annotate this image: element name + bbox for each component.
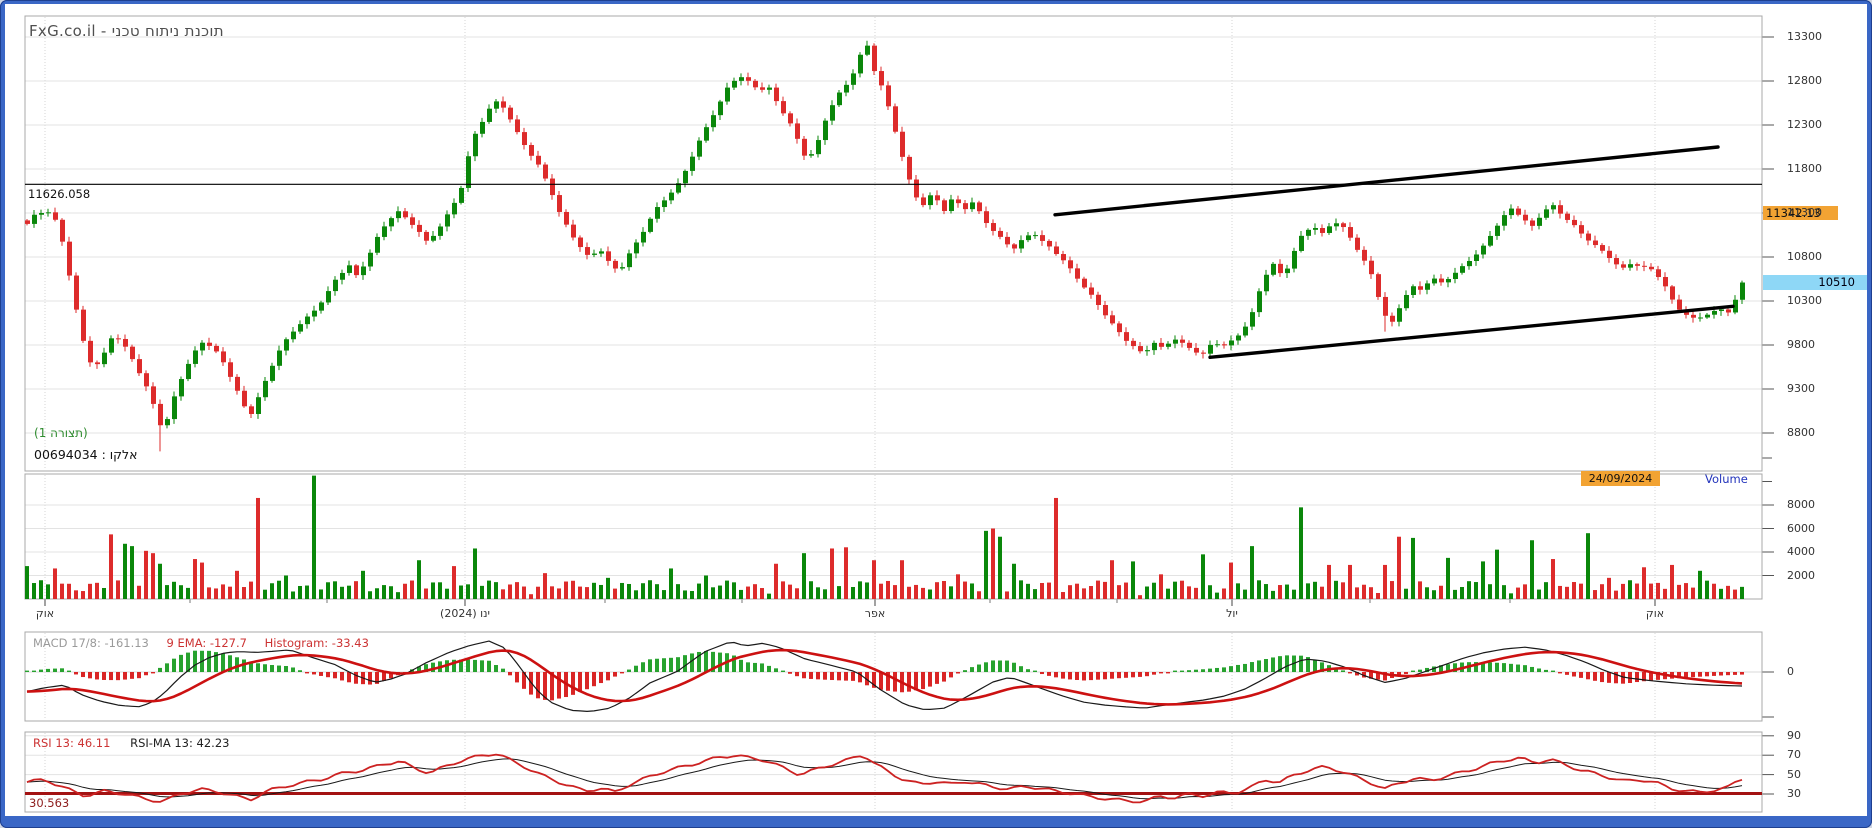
x-axis-month-label: יול <box>1226 607 1238 620</box>
cursor-date-badge: 24/09/2024 <box>1581 471 1660 486</box>
chart-canvas[interactable]: FxG.co.il - תוכנת ניתוח טכני 11626.058 (… <box>5 4 1867 816</box>
app-window: FxG.co.il - תוכנת ניתוח טכני 11626.058 (… <box>0 0 1872 828</box>
x-axis-month-label: אפר <box>864 607 886 620</box>
volume-tick-label: 8000 <box>1787 498 1815 511</box>
macd-ema-label: 9 EMA: -127.7 <box>166 636 247 650</box>
volume-tick-label: 2000 <box>1787 568 1815 582</box>
macd-histogram-label: Histogram: -33.43 <box>264 636 369 650</box>
price-tick-label: 11800 <box>1787 162 1822 175</box>
price-tick-label: 9800 <box>1787 338 1815 351</box>
macd-value-label: MACD 17/8: -161.13 <box>33 636 149 650</box>
price-tick-label: 10800 <box>1787 250 1822 263</box>
macd-header: MACD 17/8: -161.13 9 EMA: -127.7 Histogr… <box>33 636 369 650</box>
volume-tick-label: 4000 <box>1787 545 1815 558</box>
configuration-label: (תצורה 1) <box>34 426 88 440</box>
price-tick-label: 8800 <box>1787 426 1815 439</box>
rsi-floor-label: 30.563 <box>29 796 70 810</box>
price-tick-label: 11300 <box>1787 206 1822 219</box>
volume-tick-label: 6000 <box>1787 521 1815 535</box>
rsi-header: RSI 13: 46.11 RSI-MA 13: 42.23 <box>33 736 229 750</box>
volume-panel-label: Volume <box>1705 472 1748 486</box>
rsi-ma-label: RSI-MA 13: 42.23 <box>130 736 230 750</box>
macd-tick-label: 0 <box>1787 665 1794 678</box>
chart-plot[interactable] <box>5 4 1867 816</box>
x-axis-month-label: אוק <box>35 607 55 620</box>
rsi-tick-label: 70 <box>1787 748 1801 762</box>
price-tick-label: 13300 <box>1787 30 1822 43</box>
instrument-name-label: 00694034 : אלקו <box>34 447 138 462</box>
last-price-badge: 10510 <box>1763 275 1867 290</box>
price-tick-label: 12300 <box>1787 118 1822 131</box>
x-axis-month-label: אוק <box>1645 607 1665 620</box>
horizontal-level-label: 11626.058 <box>28 187 91 201</box>
price-tick-label: 10300 <box>1787 294 1822 307</box>
x-axis-month-label: ינו (2024) <box>440 607 490 620</box>
price-tick-label: 12800 <box>1787 74 1822 87</box>
app-title: FxG.co.il - תוכנת ניתוח טכני <box>29 22 224 40</box>
rsi-tick-label: 30 <box>1787 787 1801 800</box>
rsi-tick-label: 50 <box>1787 767 1801 781</box>
rsi-value-label: RSI 13: 46.11 <box>33 736 111 750</box>
rsi-tick-label: 90 <box>1787 728 1801 742</box>
price-tick-label: 9300 <box>1787 382 1815 395</box>
